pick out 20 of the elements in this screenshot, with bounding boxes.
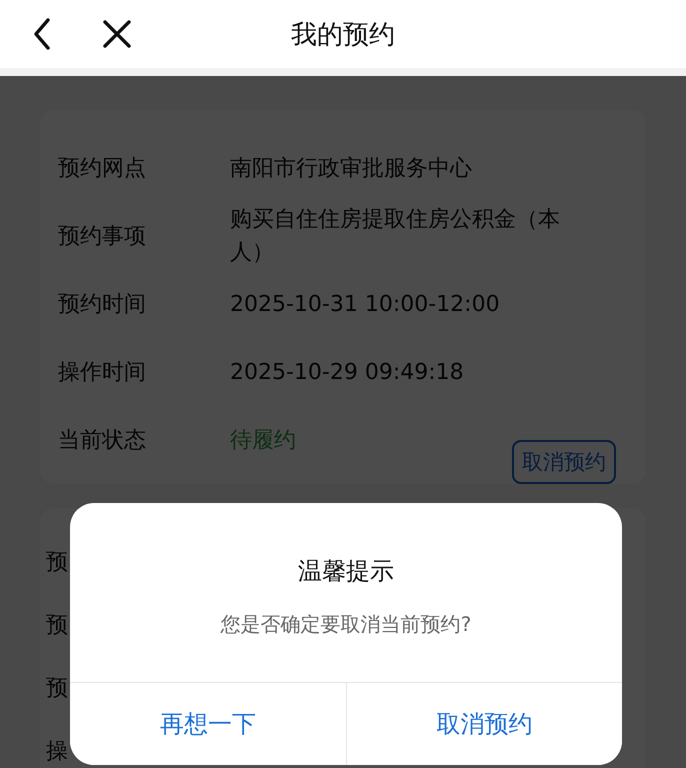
field-value: 2025-10-31 10:00-12:00 — [230, 290, 501, 318]
field-label: 预 — [46, 612, 68, 640]
status-text: 待履约 — [230, 426, 296, 454]
dialog-button[interactable]: 取消预约 — [346, 683, 622, 765]
field-value: 南阳市行政审批服务中心 — [230, 154, 473, 182]
field-label: 操作时间 — [58, 359, 147, 387]
page-title: 我的预约 — [290, 18, 396, 52]
field-label: 预 — [46, 674, 68, 702]
field-label: 预约时间 — [58, 291, 147, 319]
field-label: 预约事项 — [58, 223, 147, 251]
field-label: 操 — [46, 738, 68, 766]
field-label: 当前状态 — [58, 427, 147, 455]
dialog-message: 您是否确定要取消当前预约? — [220, 611, 472, 638]
field-value: 2025-10-29 09:49:18 — [230, 358, 465, 386]
field-value: 购买自住住房提取住房公积金（本人） — [230, 206, 561, 267]
dialog-title: 温馨提示 — [298, 556, 394, 587]
close-icon[interactable] — [102, 19, 132, 49]
back-icon[interactable] — [32, 17, 52, 51]
field-label: 预约网点 — [58, 155, 147, 183]
field-label: 预 — [46, 548, 68, 576]
